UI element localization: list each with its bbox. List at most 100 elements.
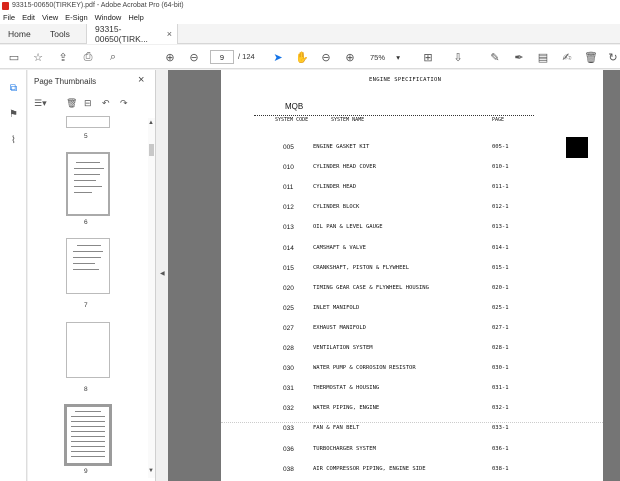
table-row: 028 VENTILATION SYSTEM 028-1 bbox=[221, 345, 603, 354]
pen-icon[interactable]: ✒ bbox=[511, 49, 527, 65]
row-code: 038 bbox=[283, 465, 294, 473]
row-page: 012-1 bbox=[492, 204, 509, 211]
thumbnail-page-5[interactable] bbox=[66, 116, 110, 128]
thumbnail-label: 6 bbox=[84, 219, 88, 226]
zoom-value: 75% bbox=[370, 52, 386, 62]
page-number-input[interactable]: 9 bbox=[210, 50, 234, 64]
left-rail: ⧉ ⚑ ⌇ bbox=[0, 70, 27, 481]
page-up-icon[interactable]: ⊕ bbox=[162, 49, 178, 65]
attachment-icon[interactable]: ⌇ bbox=[7, 134, 20, 147]
delete-icon[interactable]: 🗑 bbox=[583, 49, 599, 65]
row-name: CYLINDER HEAD COVER bbox=[313, 164, 376, 171]
row-page: 031-1 bbox=[492, 385, 509, 392]
menu-window[interactable]: Window bbox=[95, 13, 122, 22]
zoom-select[interactable]: 75% ▾ bbox=[370, 50, 400, 64]
table-row: 014 CAMSHAFT & VALVE 014-1 bbox=[221, 245, 603, 254]
highlight-icon[interactable]: ▤ bbox=[535, 49, 551, 65]
search-icon[interactable]: ⌕ bbox=[105, 49, 121, 65]
table-row: 011 CYLINDER HEAD 011-1 bbox=[221, 184, 603, 193]
table-row: 031 THERMOSTAT & HOUSING 031-1 bbox=[221, 385, 603, 394]
row-page: 028-1 bbox=[492, 345, 509, 351]
row-name: CYLINDER BLOCK bbox=[313, 204, 360, 211]
thumbnail-page-8[interactable] bbox=[66, 322, 110, 378]
table-row: 030 WATER PUMP & CORROSION RESISTOR 030-1 bbox=[221, 365, 603, 374]
row-code: 025 bbox=[283, 304, 294, 312]
chevron-down-icon: ▾ bbox=[396, 52, 400, 62]
scroll-up-icon[interactable]: ▲ bbox=[148, 120, 154, 126]
scroll-icon[interactable]: ⇩ bbox=[450, 49, 466, 65]
table-row: 005 ENGINE GASKET KIT 005-1 bbox=[221, 144, 603, 153]
scroll-thumb[interactable] bbox=[149, 144, 154, 156]
row-page: 027-1 bbox=[492, 324, 509, 331]
row-page: 015-1 bbox=[492, 264, 509, 271]
tab-home[interactable]: Home bbox=[0, 24, 40, 44]
print-icon[interactable]: ⎙ bbox=[80, 49, 96, 65]
comment-icon[interactable]: ✎ bbox=[487, 49, 503, 65]
page-thumbnails-icon[interactable]: ⧉ bbox=[7, 82, 20, 95]
row-page: 038-1 bbox=[492, 465, 509, 472]
zoom-out-icon[interactable]: ⊖ bbox=[318, 49, 334, 65]
undo-icon[interactable]: ↶ bbox=[102, 98, 110, 109]
thumbnail-page-9[interactable] bbox=[64, 404, 112, 466]
row-page: 014-1 bbox=[492, 244, 509, 251]
menu-esign[interactable]: E-Sign bbox=[65, 13, 88, 22]
menu-help[interactable]: Help bbox=[128, 13, 143, 22]
row-page: 036-1 bbox=[492, 445, 509, 452]
sign-icon[interactable]: ✍ bbox=[559, 49, 575, 65]
row-code: 015 bbox=[283, 264, 294, 272]
page-total: / 124 bbox=[238, 52, 255, 61]
row-code: 011 bbox=[283, 184, 294, 192]
tab-tools[interactable]: Tools bbox=[40, 24, 86, 44]
menu-edit[interactable]: Edit bbox=[22, 13, 35, 22]
row-code: 013 bbox=[283, 224, 294, 232]
table-row: 025 INLET MANIFOLD 025-1 bbox=[221, 305, 603, 314]
bookmark-icon[interactable]: ⚑ bbox=[7, 108, 20, 121]
thumbnail-scrollbar[interactable]: ▲ ▼ bbox=[148, 118, 155, 478]
table-row: 036 TURBOCHARGER SYSTEM 036-1 bbox=[221, 446, 603, 455]
page-heading: ENGINE SPECIFICATION bbox=[369, 77, 442, 83]
document-area: ENGINE SPECIFICATION MQB SYSTEM CODE SYS… bbox=[168, 70, 620, 481]
thumbnail-label: 8 bbox=[84, 386, 88, 393]
save-icon[interactable]: ▭ bbox=[6, 49, 22, 65]
row-code: 032 bbox=[283, 405, 294, 413]
close-tab-icon[interactable]: × bbox=[167, 29, 172, 39]
select-arrow-icon[interactable]: ➤ bbox=[270, 49, 286, 65]
thumbnail-page-6[interactable] bbox=[66, 152, 110, 216]
collapse-panel-icon[interactable]: ◀ bbox=[160, 270, 165, 277]
table-row: 027 EXHAUST MANIFOLD 027-1 bbox=[221, 325, 603, 334]
row-name: THERMOSTAT & HOUSING bbox=[313, 385, 380, 392]
row-page: 030-1 bbox=[492, 365, 509, 372]
options-icon[interactable]: ☰▾ bbox=[34, 98, 47, 109]
hand-icon[interactable]: ✋ bbox=[294, 49, 310, 65]
row-name: TURBOCHARGER SYSTEM bbox=[313, 445, 376, 452]
redo-icon[interactable]: ↷ bbox=[120, 98, 128, 109]
insert-page-icon[interactable]: ⊟ bbox=[84, 98, 92, 109]
close-panel-icon[interactable]: × bbox=[138, 74, 144, 86]
row-name: OIL PAN & LEVEL GAUGE bbox=[313, 224, 383, 231]
thumbnail-page-7[interactable] bbox=[66, 238, 110, 294]
zoom-in-icon[interactable]: ⊕ bbox=[342, 49, 358, 65]
row-page: 011-1 bbox=[492, 184, 509, 191]
rotate-icon[interactable]: ↻ bbox=[605, 49, 620, 65]
thumbnail-label: 9 bbox=[84, 468, 88, 475]
row-name: AIR COMPRESSOR PIPING, ENGINE SIDE bbox=[313, 465, 426, 472]
panel-toolbar: ☰▾ 🗑 ⊟ ↶ ↷ bbox=[32, 98, 152, 112]
upload-icon[interactable]: ⇪ bbox=[55, 49, 71, 65]
panel-title: Page Thumbnails bbox=[34, 77, 97, 86]
row-code: 027 bbox=[283, 324, 294, 332]
row-page: 033-1 bbox=[492, 425, 509, 432]
delete-page-icon[interactable]: 🗑 bbox=[66, 98, 77, 109]
table-row: 032 WATER PIPING, ENGINE 032-1 bbox=[221, 405, 603, 414]
page-view-icon[interactable]: ⊞ bbox=[420, 49, 436, 65]
page-down-icon[interactable]: ⊖ bbox=[186, 49, 202, 65]
faint-line bbox=[221, 422, 603, 423]
row-code: 012 bbox=[283, 204, 294, 212]
tab-document[interactable]: 93315-00650(TIRK... × bbox=[86, 24, 178, 44]
star-icon[interactable]: ☆ bbox=[30, 49, 46, 65]
thumbnail-label: 7 bbox=[84, 302, 88, 309]
row-code: 033 bbox=[283, 425, 294, 433]
window-title: 93315-00650(TIRKEY).pdf - Adobe Acrobat … bbox=[12, 2, 184, 9]
scroll-down-icon[interactable]: ▼ bbox=[148, 468, 154, 474]
menu-view[interactable]: View bbox=[42, 13, 58, 22]
menu-file[interactable]: File bbox=[3, 13, 15, 22]
